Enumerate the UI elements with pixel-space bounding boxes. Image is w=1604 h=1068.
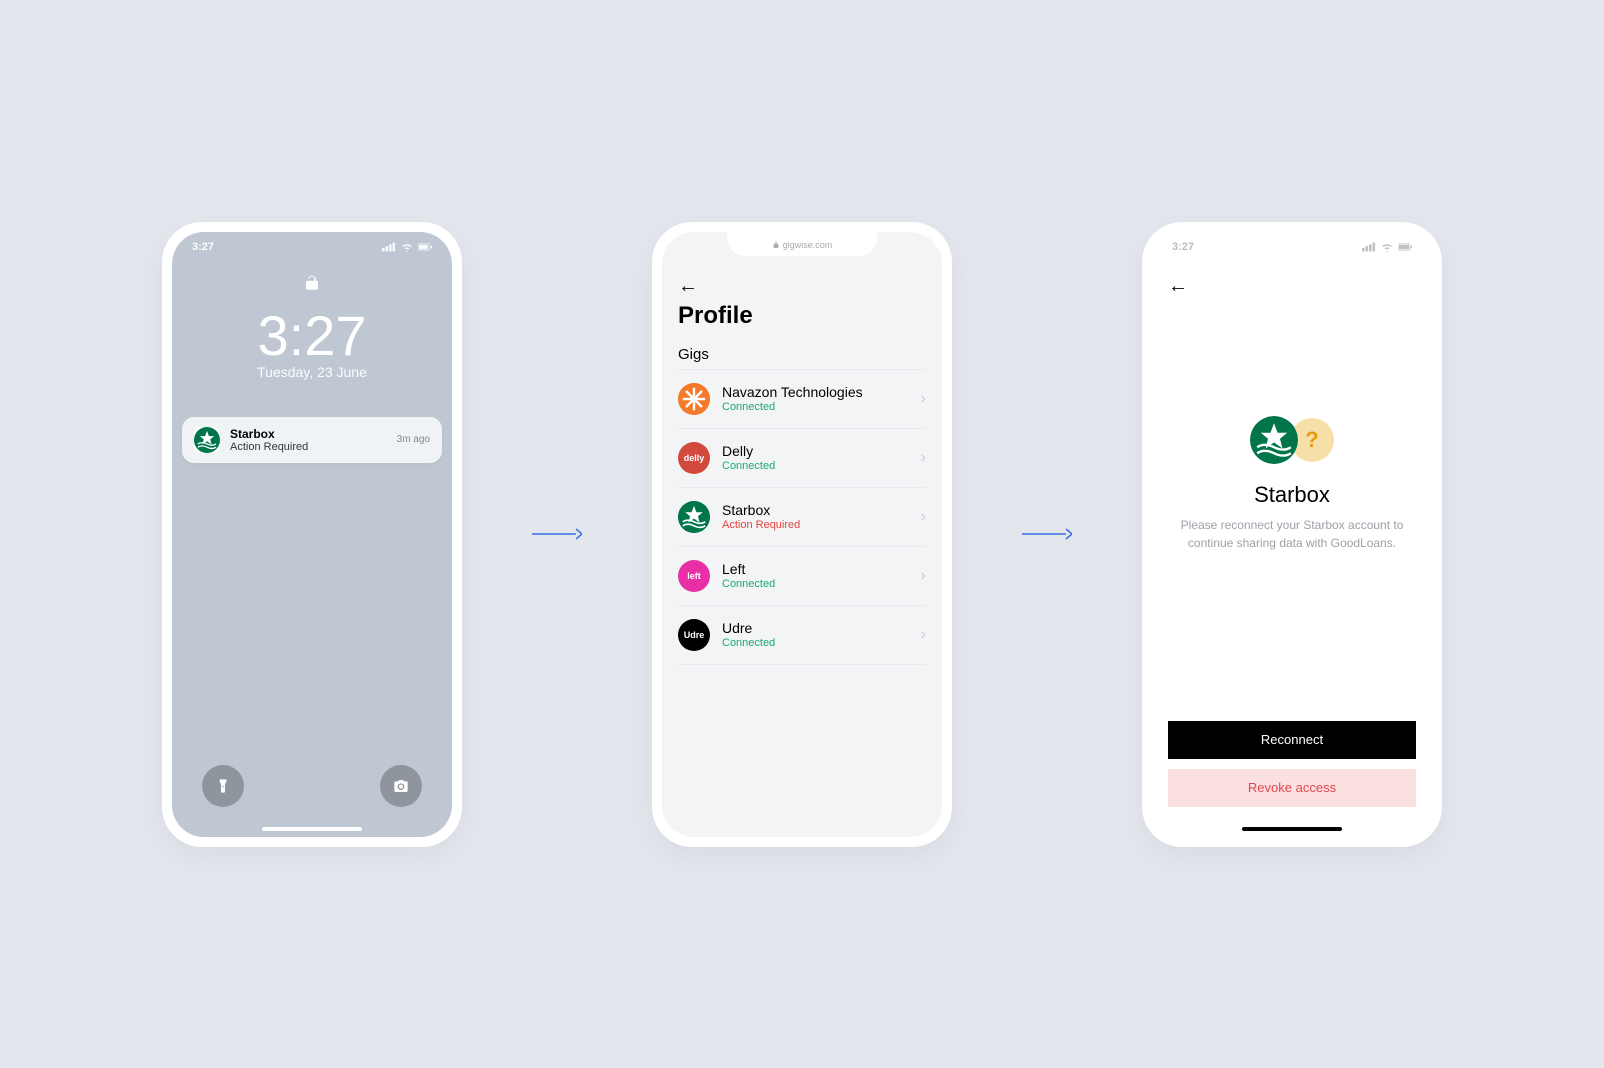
reconnect-buttons: Reconnect Revoke access [1152, 721, 1432, 837]
gig-text: Navazon TechnologiesConnected [722, 384, 921, 413]
status-time: 3:27 [1172, 241, 1194, 253]
notification-title: Starbox [230, 427, 397, 441]
status-icons [382, 242, 432, 252]
gig-text: StarboxAction Required [722, 502, 921, 531]
camera-button[interactable] [380, 765, 422, 807]
battery-icon [1398, 242, 1412, 252]
lock-time: 3:27 [258, 303, 367, 368]
phone-reconnect: 3:27 ← ? St [1142, 222, 1442, 847]
gig-logo [678, 501, 710, 533]
chevron-right-icon: › [921, 626, 926, 644]
notification-app-icon [194, 427, 220, 453]
gig-status: Connected [722, 578, 921, 590]
chevron-right-icon: › [921, 390, 926, 408]
gig-logo [678, 383, 710, 415]
phone-profile: gigwise.com ← Profile Gigs Navazon Techn… [652, 222, 952, 847]
flow-arrow [1022, 524, 1072, 544]
notification-card[interactable]: Starbox Action Required 3m ago [182, 417, 442, 463]
status-bar: 3:27 [1152, 232, 1432, 262]
profile-content: ← Profile Gigs Navazon TechnologiesConne… [662, 232, 942, 665]
starbox-logo-icon [194, 427, 220, 453]
lock-date: Tuesday, 23 June [257, 364, 367, 380]
gig-name: Left [722, 561, 921, 577]
chevron-right-icon: › [921, 449, 926, 467]
reconnect-screen: 3:27 ← ? St [1152, 232, 1432, 837]
back-button[interactable]: ← [1168, 276, 1416, 296]
gig-text: LeftConnected [722, 561, 921, 590]
status-time: 3:27 [192, 241, 214, 253]
camera-icon [393, 778, 409, 794]
flashlight-button[interactable] [202, 765, 244, 807]
page-title: Profile [678, 302, 926, 330]
wifi-icon [400, 242, 414, 252]
unlock-icon [303, 272, 321, 299]
browser-notch: gigwise.com [727, 232, 877, 256]
phone-lockscreen: 3:27 3:27 Tuesday, 23 June [162, 222, 462, 847]
cellular-icon [1362, 242, 1376, 252]
chevron-right-icon: › [921, 508, 926, 526]
gig-item[interactable]: Navazon TechnologiesConnected› [678, 370, 926, 429]
starbox-logo [1250, 416, 1298, 464]
chevron-right-icon: › [921, 567, 926, 585]
logo-pair: ? [1250, 416, 1334, 464]
battery-icon [418, 242, 432, 252]
gig-text: DellyConnected [722, 443, 921, 472]
lock-center: 3:27 Tuesday, 23 June [172, 272, 452, 380]
back-button[interactable]: ← [678, 276, 926, 296]
revoke-access-button[interactable]: Revoke access [1168, 769, 1416, 807]
lock-icon [772, 241, 780, 249]
gig-logo: Udre [678, 619, 710, 651]
flashlight-icon [215, 778, 231, 794]
section-label: Gigs [678, 346, 926, 363]
gig-status: Connected [722, 401, 921, 413]
reconnect-title: Starbox [1254, 482, 1330, 508]
gig-status: Action Required [722, 519, 921, 531]
gig-logo: left [678, 560, 710, 592]
gig-item[interactable]: StarboxAction Required› [678, 488, 926, 547]
gig-item[interactable]: delly DellyConnected› [678, 429, 926, 488]
gig-item[interactable]: left LeftConnected› [678, 547, 926, 606]
gig-status: Connected [722, 637, 921, 649]
status-bar: 3:27 [172, 232, 452, 262]
gig-logo: delly [678, 442, 710, 474]
wifi-icon [1380, 242, 1394, 252]
cellular-icon [382, 242, 396, 252]
gig-name: Starbox [722, 502, 921, 518]
notification-subtitle: Action Required [230, 441, 397, 453]
profile-screen: gigwise.com ← Profile Gigs Navazon Techn… [662, 232, 942, 837]
gig-status: Connected [722, 460, 921, 472]
lock-screen: 3:27 3:27 Tuesday, 23 June [172, 232, 452, 837]
notification-body: Starbox Action Required [230, 427, 397, 453]
gig-text: UdreConnected [722, 620, 921, 649]
reconnect-center: ? Starbox Please reconnect your Starbox … [1152, 296, 1432, 721]
gig-name: Delly [722, 443, 921, 459]
notification-time: 3m ago [397, 434, 430, 445]
starbox-logo-icon [1250, 416, 1298, 464]
reconnect-button[interactable]: Reconnect [1168, 721, 1416, 759]
home-indicator[interactable] [262, 827, 362, 831]
lock-bottom-controls [172, 765, 452, 807]
reconnect-description: Please reconnect your Starbox account to… [1172, 516, 1412, 552]
flow-arrow [532, 524, 582, 544]
gig-list: Navazon TechnologiesConnected›dellyDelly… [678, 369, 926, 665]
home-indicator[interactable] [1242, 827, 1342, 831]
gig-name: Udre [722, 620, 921, 636]
browser-url: gigwise.com [783, 240, 833, 250]
gig-item[interactable]: UdreUdreConnected› [678, 606, 926, 665]
gig-name: Navazon Technologies [722, 384, 921, 400]
status-icons [1362, 242, 1412, 252]
